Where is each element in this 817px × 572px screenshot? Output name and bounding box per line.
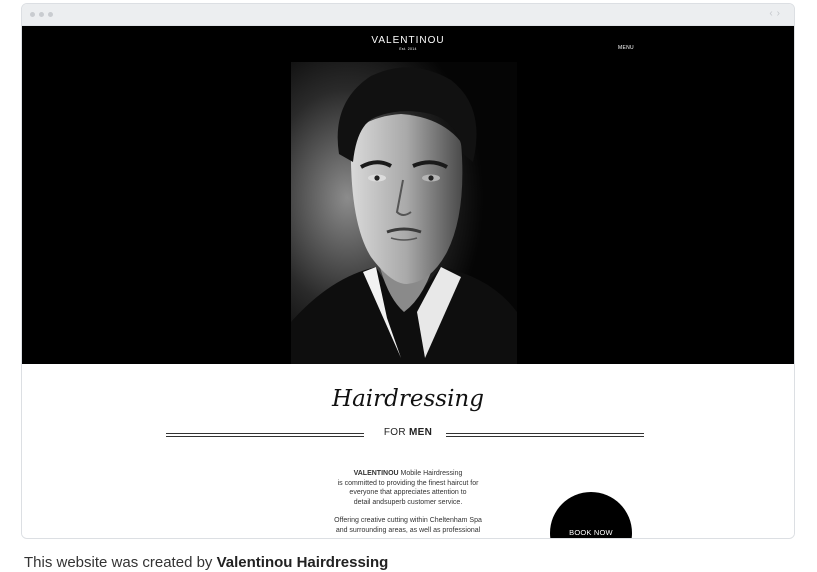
intro-line-3: everyone that appreciates attention to <box>349 489 467 496</box>
browser-toolbar: ‹› <box>22 4 794 26</box>
intro-paragraph-2: Offering creative cutting within Chelten… <box>22 516 794 535</box>
chevron-right-icon: › <box>776 8 784 19</box>
window-dot-icon <box>48 12 53 17</box>
hero-section: VALENTINOU Est. 2014 MENU <box>22 26 794 364</box>
intro-line-6: and surrounding areas, as well as profes… <box>335 526 481 534</box>
section-script-title: Hairdressing <box>332 386 484 412</box>
intro-paragraph-1: VALENTINOU Mobile Hairdressing is commit… <box>22 469 794 507</box>
intro-section: Hairdressing FOR MEN VALENTINOU Mobile H… <box>22 364 794 538</box>
logo-established: Est. 2014 <box>399 47 417 51</box>
caption-prefix: This website was created by <box>24 554 217 571</box>
chevron-left-icon: ‹ <box>769 8 777 19</box>
hero-portrait-image <box>291 62 517 364</box>
browser-window: ‹› VALENTINOU Est. 2014 MENU Hairdressin… <box>21 3 795 539</box>
intro-line-4: detail andsuperb customer service. <box>353 498 463 506</box>
subtitle-men: MEN <box>408 427 433 438</box>
credit-caption: This website was created by Valentinou H… <box>24 554 388 571</box>
portrait-illustration <box>291 62 517 364</box>
intro-line-5: Offering creative cutting within Chelten… <box>334 517 482 524</box>
browser-nav-arrows: ‹› <box>769 8 784 19</box>
subtitle-for: FOR <box>383 427 406 438</box>
intro-line-1: Mobile Hairdressing <box>398 470 463 477</box>
site-logo[interactable]: VALENTINOU Est. 2014 <box>22 35 794 51</box>
section-subtitle: FOR MEN <box>22 427 794 438</box>
intro-line-2: is committed to providing the finest hai… <box>337 479 479 487</box>
window-dot-icon <box>30 12 35 17</box>
intro-text: VALENTINOU Mobile Hairdressing is commit… <box>22 469 794 538</box>
window-dot-icon <box>39 12 44 17</box>
intro-brand: VALENTINOU <box>353 470 399 477</box>
menu-button[interactable]: MENU <box>618 45 634 51</box>
logo-name: VALENTINOU <box>371 35 445 46</box>
caption-creator-link[interactable]: Valentinou Hairdressing <box>217 554 389 571</box>
window-controls <box>30 12 53 17</box>
